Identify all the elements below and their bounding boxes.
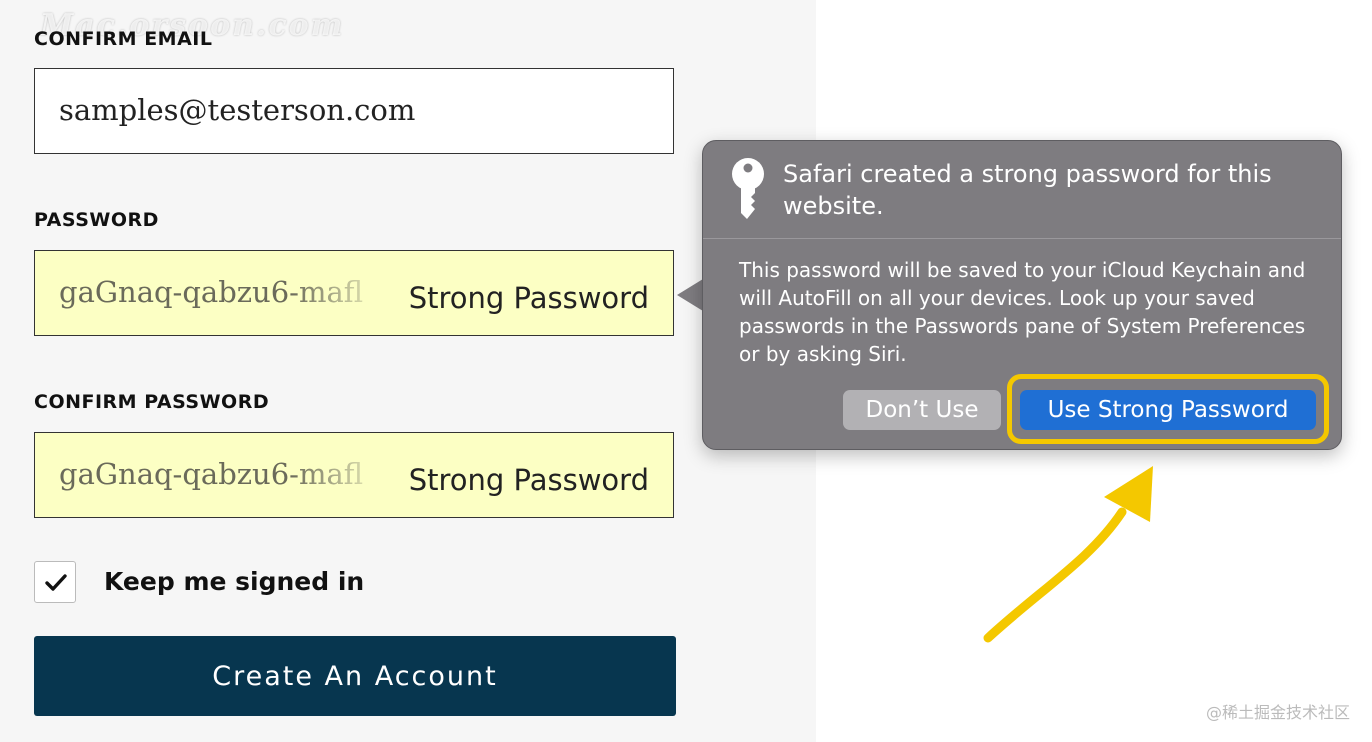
annotation-arrow	[983, 466, 1153, 643]
source-credit: @稀土掘金技术社区	[1205, 703, 1350, 722]
